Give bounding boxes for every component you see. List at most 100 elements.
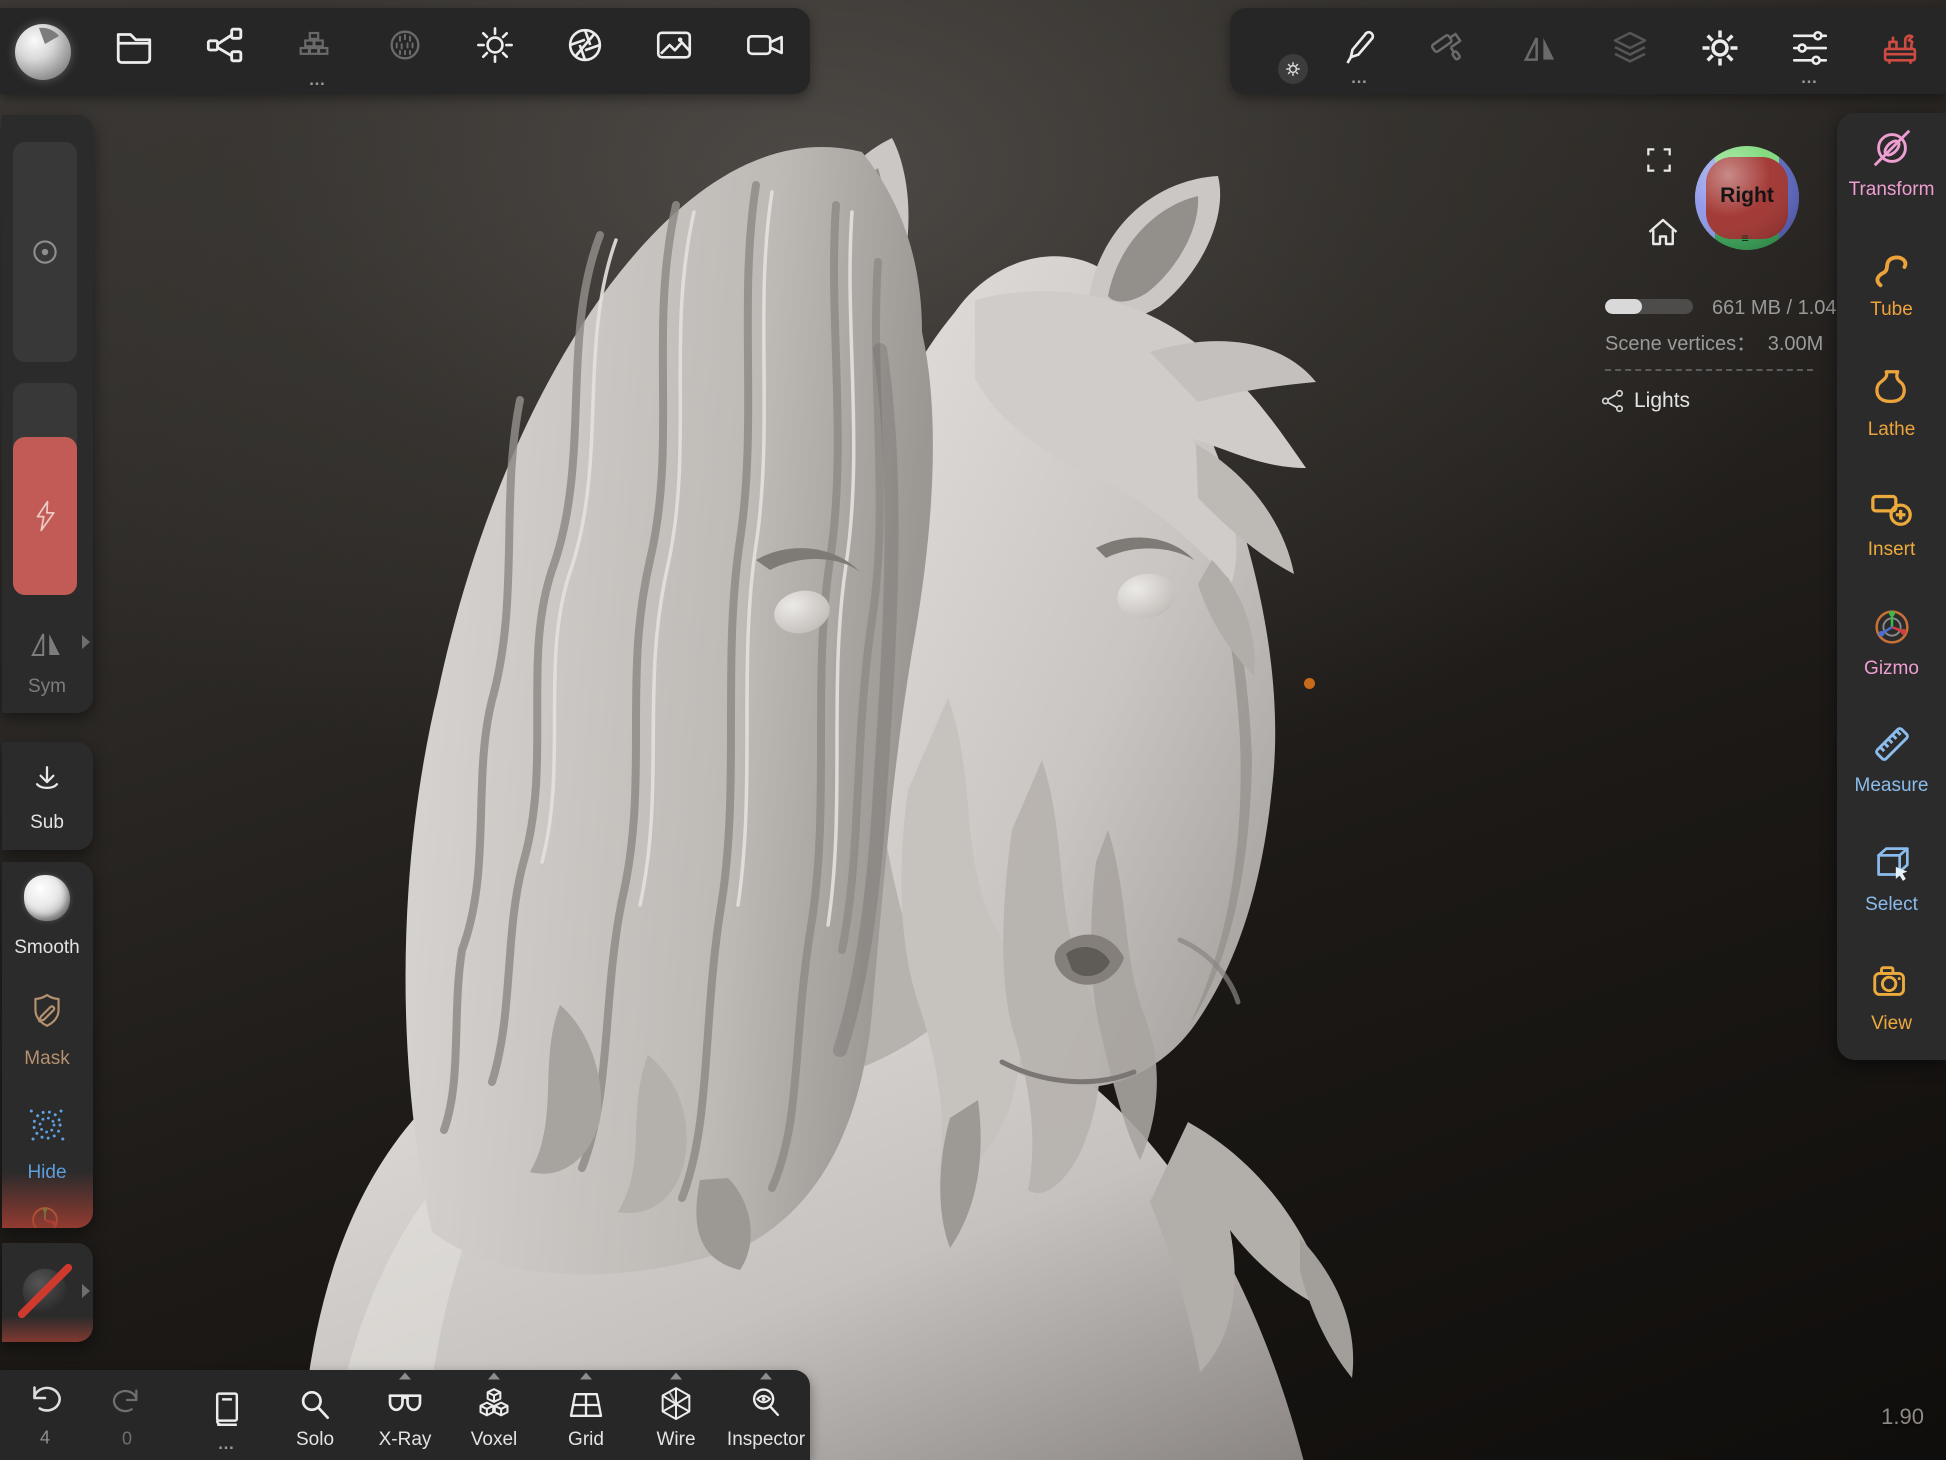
aperture-glyph — [564, 24, 606, 66]
gizmo-icon — [1869, 604, 1915, 650]
sculpt-app-screen: { "top_toolbar_left": { "icons": ["nomad… — [0, 0, 1946, 1460]
paint-brush-icon[interactable] — [1340, 28, 1380, 68]
top-toolbar-right: … … — [1230, 8, 1946, 94]
sliders-icon[interactable] — [1789, 27, 1831, 69]
bottom-toolbar: 4 0 … Solo X-Ray — [0, 1370, 810, 1460]
measure-icon — [1869, 721, 1915, 767]
home-glyph — [1645, 214, 1681, 250]
sliders-more-dots[interactable]: … — [1801, 68, 1820, 88]
grid-caret — [580, 1373, 592, 1380]
aperture-icon[interactable] — [564, 24, 606, 66]
left-panel-sub[interactable]: Sub — [2, 742, 93, 850]
home-icon[interactable] — [1645, 214, 1681, 250]
sun-icon[interactable] — [474, 24, 516, 66]
redo-icon — [111, 1385, 143, 1415]
grid-label: Grid — [568, 1429, 604, 1451]
wire-label: Wire — [656, 1429, 695, 1451]
fullscreen-icon[interactable] — [1643, 144, 1675, 176]
brush-menu-book-icon — [209, 1390, 245, 1430]
memory-bar-fill — [1605, 299, 1642, 314]
lights-row[interactable]: Lights — [1600, 388, 1690, 414]
video-icon[interactable] — [744, 24, 786, 66]
paint-roller-icon[interactable] — [1430, 28, 1470, 68]
pattern-sphere-icon[interactable] — [385, 25, 425, 65]
stroke-lightning-button-active[interactable] — [13, 437, 77, 595]
tool-insert[interactable]: Insert — [1837, 485, 1946, 561]
image-glyph — [653, 24, 695, 66]
left-panel-stroke: Sym — [2, 115, 93, 713]
xray-button[interactable] — [385, 1387, 425, 1421]
bricks-icon[interactable] — [294, 26, 334, 60]
transform-icon — [1869, 125, 1915, 171]
smooth-tool[interactable] — [24, 875, 70, 921]
tool-tube-label: Tube — [1837, 299, 1946, 321]
xray-glasses-icon — [385, 1387, 425, 1421]
toolbox-glyph — [1879, 27, 1921, 69]
tool-select[interactable]: Select — [1837, 840, 1946, 916]
inspector-button[interactable] — [747, 1384, 785, 1422]
folder-glyph — [113, 24, 155, 66]
top-toolbar-left: … — [0, 8, 810, 94]
scene-vertices-value: 3.00M — [1768, 333, 1824, 355]
hide-tool[interactable] — [26, 1104, 68, 1146]
grid-icon — [566, 1387, 606, 1423]
layers-icon[interactable] — [1610, 28, 1650, 68]
matcap-settings-badge[interactable] — [1278, 54, 1308, 84]
mirror-icon[interactable] — [1520, 28, 1560, 68]
wire-button[interactable] — [656, 1384, 696, 1424]
mask-shield-icon — [28, 992, 66, 1032]
symmetry-label: Sym — [28, 676, 66, 698]
brush-more-dots[interactable]: … — [1351, 68, 1370, 88]
redo-button[interactable] — [111, 1385, 143, 1415]
nav-cube-bottom-glyph: ≡ — [1741, 231, 1749, 246]
matcap-sphere-icon[interactable] — [15, 24, 71, 80]
gear-icon[interactable] — [1699, 27, 1741, 69]
left-panel-material[interactable] — [2, 1243, 93, 1342]
folder-icon[interactable] — [113, 24, 155, 66]
info-divider — [1605, 369, 1813, 371]
mask-tool[interactable] — [28, 992, 66, 1032]
tool-lathe-label: Lathe — [1837, 419, 1946, 441]
symmetry-icon[interactable] — [29, 628, 65, 658]
lights-label: Lights — [1634, 389, 1690, 413]
solo-button[interactable] — [296, 1386, 334, 1424]
cursor-dot — [1304, 678, 1315, 689]
bricks-glyph — [294, 26, 334, 60]
inspector-eye-icon — [747, 1384, 785, 1422]
tool-view-label: View — [1837, 1013, 1946, 1035]
undo-button[interactable] — [27, 1381, 63, 1415]
tools-panel-red-fade — [2, 1172, 93, 1228]
tool-transform[interactable]: Transform — [1837, 125, 1946, 201]
mirror-glyph — [1520, 28, 1560, 68]
image-icon[interactable] — [653, 24, 695, 66]
tool-view[interactable]: View — [1837, 959, 1946, 1035]
nav-cube[interactable]: Right ≡ — [1695, 146, 1799, 250]
tool-measure[interactable]: Measure — [1837, 721, 1946, 797]
bricks-more-dots[interactable]: … — [309, 70, 328, 90]
stroke-dot-button[interactable] — [13, 142, 77, 362]
paint-brush-glyph — [1340, 28, 1380, 68]
grid-button[interactable] — [566, 1387, 606, 1423]
select-icon — [1869, 840, 1915, 886]
toolbox-icon[interactable] — [1879, 27, 1921, 69]
voxel-caret — [488, 1373, 500, 1380]
lightning-icon — [30, 499, 60, 533]
tool-lathe[interactable]: Lathe — [1837, 365, 1946, 441]
brush-menu-button[interactable] — [209, 1390, 245, 1430]
material-expand-caret[interactable] — [82, 1284, 90, 1298]
sun-glyph — [474, 24, 516, 66]
tool-gizmo[interactable]: Gizmo — [1837, 604, 1946, 680]
memory-bar — [1605, 299, 1693, 314]
scene-graph-glyph — [205, 25, 245, 65]
symmetry-expand-caret[interactable] — [82, 635, 90, 649]
gear-glyph — [1699, 27, 1741, 69]
sub-label: Sub — [30, 812, 64, 834]
scene-graph-icon[interactable] — [205, 25, 245, 65]
gear-badge-glyph — [1284, 60, 1302, 78]
sub-icon — [30, 763, 64, 797]
pattern-sphere-glyph — [385, 25, 425, 65]
tool-tube[interactable]: Tube — [1837, 245, 1946, 321]
tool-insert-label: Insert — [1837, 539, 1946, 561]
tube-icon — [1869, 245, 1915, 291]
voxel-button[interactable] — [475, 1386, 513, 1424]
